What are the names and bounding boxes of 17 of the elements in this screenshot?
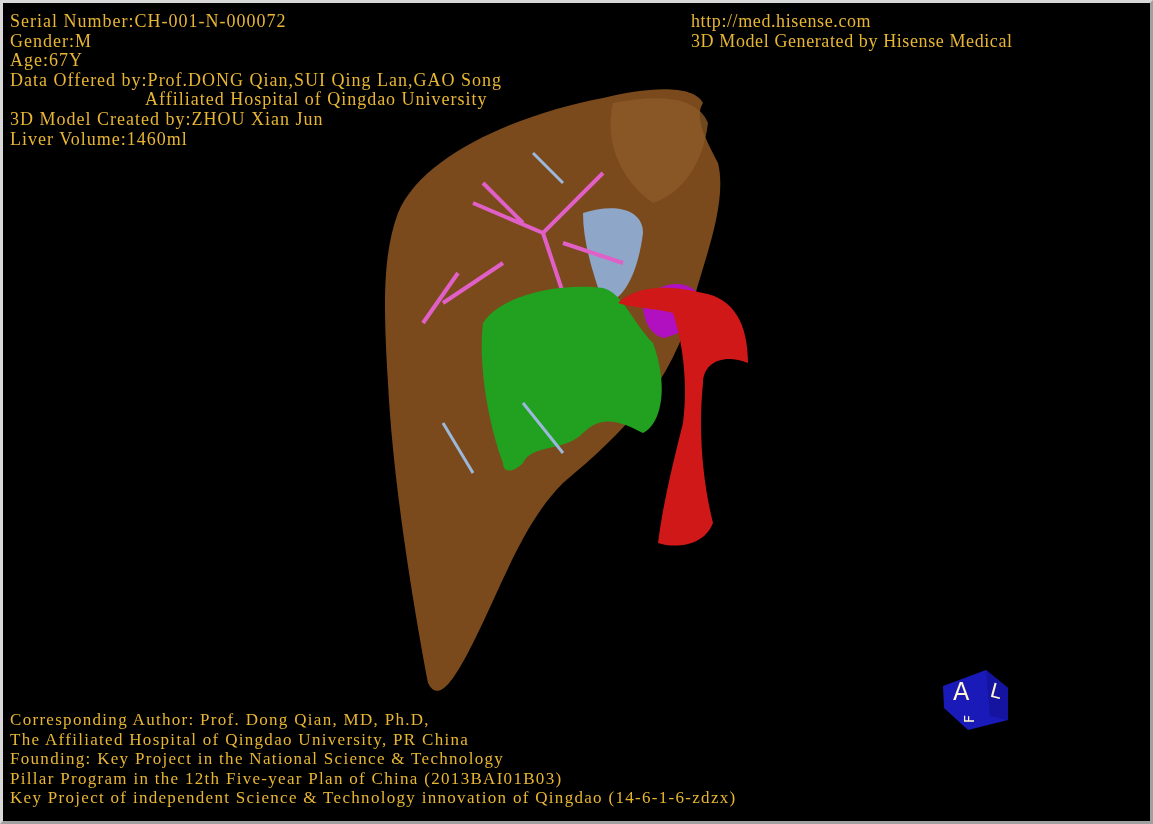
vendor-info-text: 3D Model Generated by Hisense Medical: [691, 31, 1013, 52]
credit-text: Pillar Program in the 12th Five-year Plan of China (2013BAI01B03): [10, 768, 563, 789]
cube-face-label: L: [987, 677, 1005, 704]
patient-info-text: Age:67Y: [10, 51, 83, 71]
patient-info-text: Liver Volume:1460ml: [10, 129, 188, 150]
credit-text: Key Project of independent Science & Technology innovation of Qingdao (14-6-1-6-zdzx): [10, 788, 737, 808]
credit-text: Founding: Key Project in the National Science & Technology: [10, 749, 505, 769]
credit-text: Corresponding Author: Prof. Dong Qian, MD, Ph.D,: [10, 710, 430, 730]
patient-info-text: Affiliated Hospital of Qingdao University: [145, 90, 488, 110]
patient-info-text: Data Offered by:Prof.DONG Qian,SUI Qing Lan,GAO Song: [10, 70, 503, 91]
cube-face-label: F: [961, 714, 977, 723]
patient-info-text: 3D Model Created by:ZHOU Xian Jun: [10, 109, 324, 130]
vendor-info-text: http://med.hisense.com: [691, 12, 872, 32]
credit-text: The Affiliated Hospital of Qingdao University, PR China: [10, 729, 470, 750]
patient-info-text: Serial Number:CH-001-N-000072: [10, 12, 287, 32]
cube-face-label: A: [953, 678, 970, 706]
patient-info-text: Gender:M: [10, 31, 92, 52]
